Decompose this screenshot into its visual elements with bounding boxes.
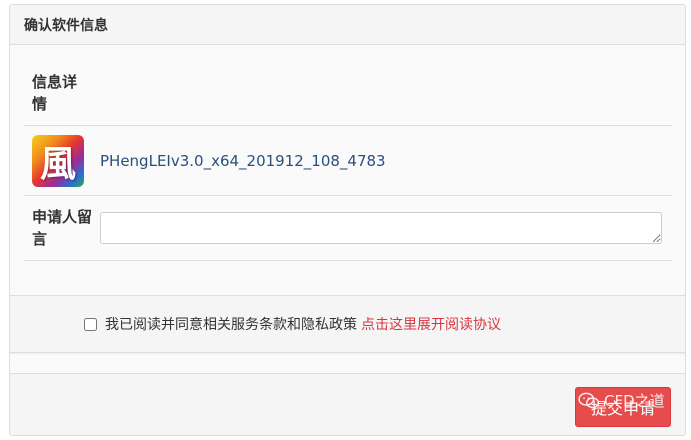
app-logo-icon: 風	[32, 134, 84, 187]
confirm-software-panel: 确认软件信息 信息详情 風 PHengLEIv3.0_x64_201912_10…	[9, 4, 686, 436]
panel-title: 确认软件信息	[10, 5, 685, 45]
applicant-note-input[interactable]	[100, 212, 662, 244]
file-name: PHengLEIv3.0_x64_201912_108_4783	[100, 151, 386, 170]
details-row: 信息详情	[24, 60, 672, 126]
agree-checkbox[interactable]	[84, 317, 97, 331]
note-label: 申请人留言	[32, 208, 93, 248]
submit-application-button[interactable]: 提交申请	[575, 387, 671, 427]
info-table: 信息详情 風 PHengLEIv3.0_x64_201912_108_4783 …	[24, 60, 672, 261]
panel-footer: 提交申请	[10, 373, 685, 435]
agreement-text: 我已阅读并同意相关服务条款和隐私政策	[105, 317, 357, 333]
app-logo-glyph: 風	[39, 142, 76, 185]
details-label: 信息详情	[32, 72, 78, 113]
note-row: 申请人留言	[24, 196, 672, 261]
file-row: 風 PHengLEIv3.0_x64_201912_108_4783	[24, 126, 672, 196]
read-agreement-link[interactable]: 点击这里展开阅读协议	[361, 314, 501, 334]
agreement-bar: 我已阅读并同意相关服务条款和隐私政策 点击这里展开阅读协议	[10, 295, 685, 353]
